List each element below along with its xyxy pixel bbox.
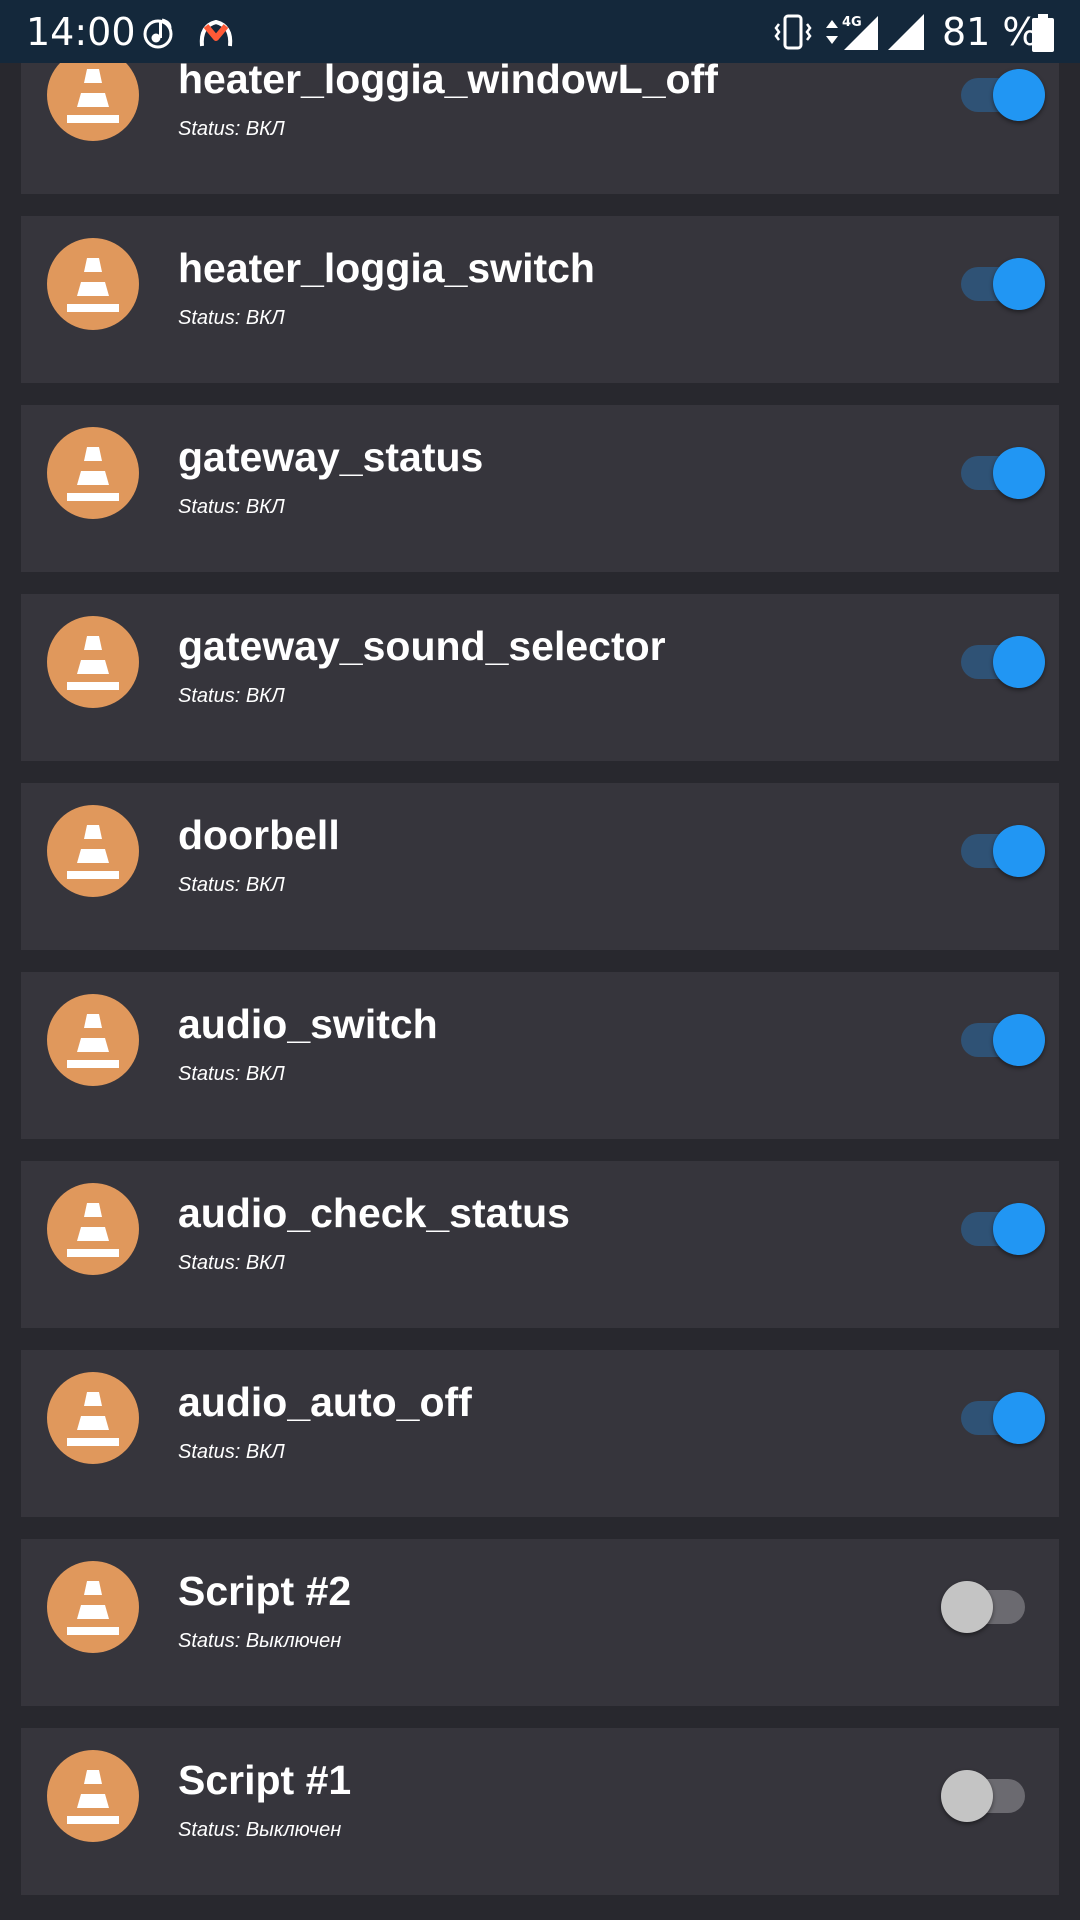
item-status: Status: ВКЛ	[178, 1063, 285, 1085]
item-title: Script #1	[178, 1757, 352, 1803]
data-arrows-icon: 4G	[826, 15, 878, 50]
list-item[interactable]: gateway_status Status: ВКЛ	[21, 405, 1059, 572]
toggle-thumb	[993, 636, 1045, 688]
item-title: heater_loggia_switch	[178, 245, 595, 291]
app-notification-icon	[199, 19, 233, 47]
music-note-icon	[143, 18, 173, 49]
toggle-thumb	[993, 447, 1045, 499]
list-item[interactable]: heater_loggia_switch Status: ВКЛ	[21, 216, 1059, 383]
item-title: audio_switch	[178, 1001, 438, 1047]
item-status: Status: ВКЛ	[178, 685, 285, 707]
item-title: gateway_status	[178, 434, 484, 480]
toggle-thumb	[993, 1014, 1045, 1066]
traffic-cone-icon	[47, 1372, 139, 1464]
traffic-cone-icon	[47, 994, 139, 1086]
list-item[interactable]: doorbell Status: ВКЛ	[21, 783, 1059, 950]
traffic-cone-icon	[47, 427, 139, 519]
item-status: Status: Выключен	[178, 1630, 342, 1652]
item-toggle[interactable]	[941, 1197, 1045, 1259]
traffic-cone-icon	[47, 1561, 139, 1653]
item-title: Script #2	[178, 1568, 352, 1614]
item-title: audio_check_status	[178, 1190, 570, 1236]
traffic-cone-icon	[47, 1750, 139, 1842]
toggle-thumb	[993, 258, 1045, 310]
item-toggle[interactable]	[941, 1764, 1043, 1826]
battery-icon	[1032, 14, 1054, 52]
traffic-cone-icon	[47, 805, 139, 897]
item-toggle[interactable]	[941, 819, 1045, 881]
item-status: Status: ВКЛ	[178, 118, 285, 140]
item-status: Status: ВКЛ	[178, 874, 285, 896]
automation-list: heater_loggia_windowL_off Status: ВКЛ heat…	[0, 0, 1080, 1920]
toggle-thumb	[993, 69, 1045, 121]
item-title: audio_auto_off	[178, 1379, 472, 1425]
status-time: 14:00	[26, 10, 136, 54]
toggle-thumb	[993, 825, 1045, 877]
item-toggle[interactable]	[941, 441, 1045, 503]
item-status: Status: ВКЛ	[178, 1252, 285, 1274]
signal-icon	[888, 14, 924, 50]
toggle-thumb	[993, 1392, 1045, 1444]
list-item[interactable]: gateway_sound_selector Status: ВКЛ	[21, 594, 1059, 761]
item-toggle[interactable]	[941, 1008, 1045, 1070]
toggle-thumb	[941, 1770, 993, 1822]
status-bar: 14:00 4G 81 %	[0, 0, 1080, 63]
item-title: doorbell	[178, 812, 340, 858]
traffic-cone-icon	[47, 1183, 139, 1275]
network-type: 4G	[842, 15, 862, 30]
list-item[interactable]: audio_check_status Status: ВКЛ	[21, 1161, 1059, 1328]
item-status: Status: ВКЛ	[178, 307, 285, 329]
toggle-thumb	[941, 1581, 993, 1633]
traffic-cone-icon	[47, 616, 139, 708]
toggle-thumb	[993, 1203, 1045, 1255]
item-toggle[interactable]	[941, 252, 1045, 314]
list-item[interactable]: audio_auto_off Status: ВКЛ	[21, 1350, 1059, 1517]
item-status: Status: ВКЛ	[178, 1441, 285, 1463]
item-toggle[interactable]	[941, 630, 1045, 692]
list-item[interactable]: Script #2 Status: Выключен	[21, 1539, 1059, 1706]
list-item[interactable]: Script #1 Status: Выключен	[21, 1728, 1059, 1895]
traffic-cone-icon	[47, 238, 139, 330]
item-title: gateway_sound_selector	[178, 623, 666, 669]
battery-percent: 81 %	[942, 10, 1039, 54]
item-toggle[interactable]	[941, 1575, 1043, 1637]
item-toggle[interactable]	[941, 63, 1045, 125]
item-status: Status: ВКЛ	[178, 496, 285, 518]
item-toggle[interactable]	[941, 1386, 1045, 1448]
list-item[interactable]: audio_switch Status: ВКЛ	[21, 972, 1059, 1139]
item-status: Status: Выключен	[178, 1819, 342, 1841]
vibrate-icon	[774, 14, 812, 50]
